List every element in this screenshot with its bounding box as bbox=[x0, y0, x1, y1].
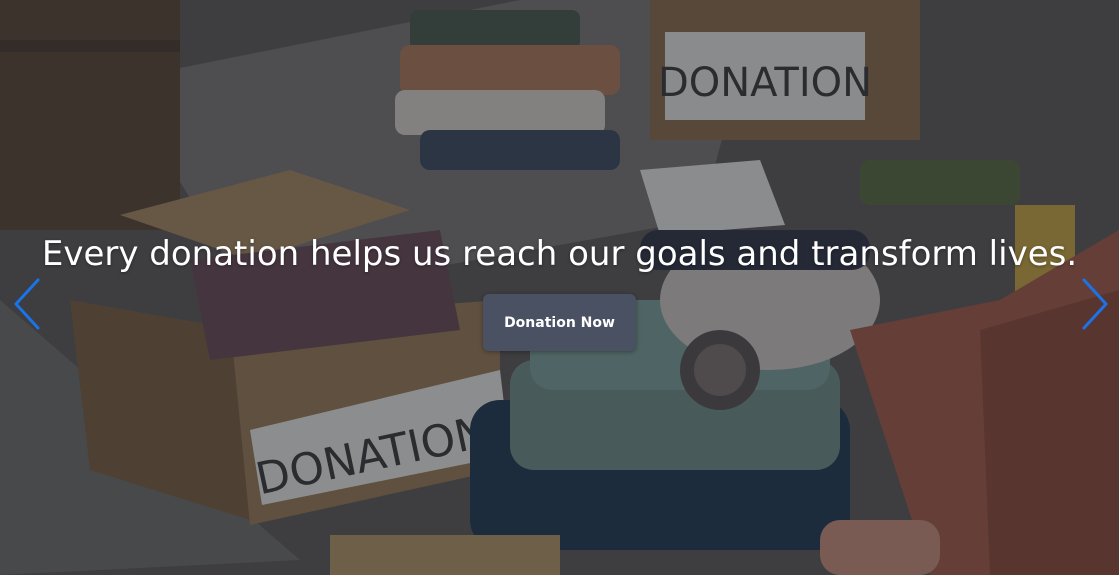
donation-now-button[interactable]: Donation Now bbox=[483, 294, 636, 351]
hero-carousel: DONATION DONATION Every donation helps u… bbox=[0, 0, 1119, 575]
hero-content: Every donation helps us reach our goals … bbox=[0, 232, 1119, 351]
hero-headline: Every donation helps us reach our goals … bbox=[41, 234, 1078, 274]
